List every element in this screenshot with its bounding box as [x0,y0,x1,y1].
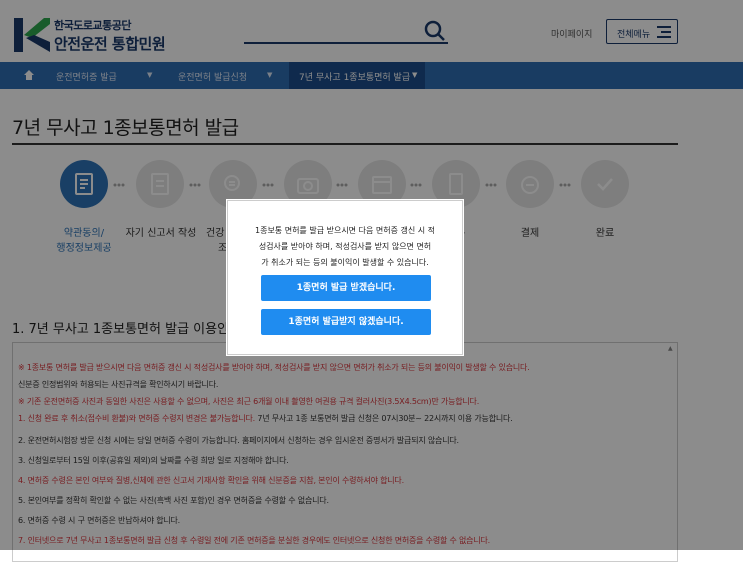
dialog-message-line: 1종보통 면허를 발급 받으시면 다음 면허증 갱신 시 적 [255,226,435,235]
confirm-dialog: 1종보통 면허를 발급 받으시면 다음 면허증 갱신 시 적 성검사를 받아야 … [227,200,463,355]
dialog-message-line: 가 취소가 되는 등의 불이익이 발생할 수 있습니다. [261,258,429,267]
dialog-message-line: 성검사를 받아야 하며, 적성검사를 받지 않으면 면허 [258,242,432,251]
dialog-message: 1종보통 면허를 발급 받으시면 다음 면허증 갱신 시 적 성검사를 받아야 … [242,223,448,271]
decline-issue-button[interactable]: 1종면허 발급받지 않겠습니다. [261,309,431,335]
confirm-issue-button[interactable]: 1종면허 발급 받겠습니다. [261,275,431,301]
